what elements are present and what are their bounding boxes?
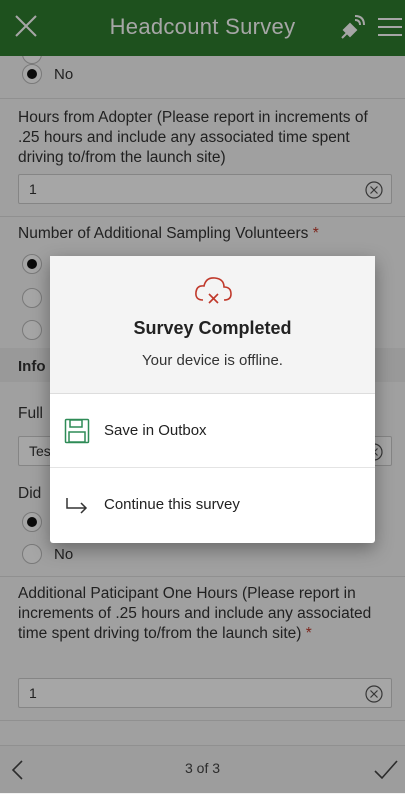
floppy-disk-icon — [64, 418, 90, 444]
survey-completed-dialog: Survey Completed Your device is offline.… — [50, 256, 375, 543]
continue-survey-button[interactable]: Continue this survey — [50, 468, 375, 542]
dialog-message: Your device is offline. — [142, 352, 283, 369]
dialog-header: Survey Completed Your device is offline. — [50, 256, 375, 394]
continue-survey-label: Continue this survey — [104, 496, 240, 513]
save-in-outbox-label: Save in Outbox — [104, 422, 207, 439]
cloud-offline-icon — [195, 277, 232, 304]
dialog-title: Survey Completed — [133, 318, 292, 338]
return-arrow-icon — [66, 498, 88, 514]
save-in-outbox-button[interactable]: Save in Outbox — [50, 394, 375, 468]
